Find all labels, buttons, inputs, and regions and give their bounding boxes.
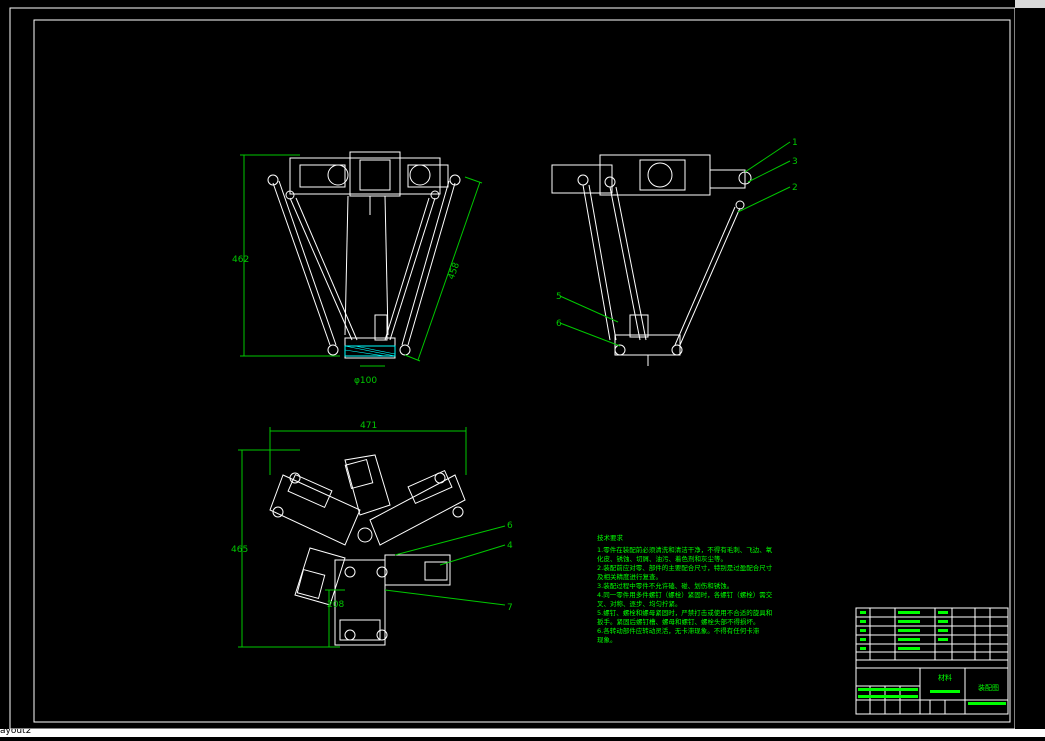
part-number-4: 4 [507, 541, 513, 551]
part-number-5: 5 [556, 292, 562, 302]
tech-req-line: 5.螺钉、螺栓和螺母紧固时，严禁打击或使用不合适的旋具和 [597, 609, 773, 617]
side-view [551, 154, 752, 366]
scrollbar-corner [1015, 0, 1045, 8]
dim-front-diameter: φ100 [354, 376, 377, 386]
part-number-2: 2 [792, 183, 798, 193]
dim-top-height: 465 [231, 545, 248, 555]
tech-req-line: 6.各转动部件应转动灵活，无卡滞现象。不得有任何卡滞 [597, 627, 760, 635]
tech-req-line: 叉、对称、逐步、均匀拧紧。 [597, 600, 682, 608]
part-number-6-side: 6 [556, 319, 562, 329]
part-number-6-top: 6 [507, 521, 513, 531]
title-material-label: 材料 [938, 673, 952, 682]
tech-req-line: 扳手。紧固后螺钉槽、螺母和螺钉、螺栓头部不得损坏。 [597, 618, 760, 626]
cad-drawing-canvas[interactable]: 462 458 φ100 1 3 2 5 6 471 465 208 6 4 7… [0, 0, 1045, 737]
part-number-1: 1 [792, 138, 798, 148]
dim-front-arm: 458 [447, 261, 462, 281]
title-block [855, 607, 1009, 715]
vertical-scrollbar[interactable] [1015, 8, 1045, 729]
tech-req-line: 现象。 [597, 636, 617, 644]
dim-top-width: 471 [360, 421, 377, 431]
side-leaders [559, 141, 791, 347]
tech-req-title: 技术要求 [597, 534, 623, 542]
top-view [269, 454, 466, 646]
front-view [267, 151, 461, 359]
tech-req-line: 2.装配前应对零、部件的主要配合尺寸，特别是过盈配合尺寸 [597, 564, 773, 572]
drawing-sheet: 462 458 φ100 1 3 2 5 6 471 465 208 6 4 7… [9, 7, 1016, 730]
tech-req-line: 及相关精度进行复查。 [597, 573, 662, 581]
dim-front-height: 462 [232, 255, 249, 265]
tech-req-line: 1.零件在装配前必须清洗和清洁干净，不得有毛刺、飞边、氧 [597, 546, 773, 554]
tech-req-line: 3.装配过程中零件不允许磕、碰、划伤和锈蚀。 [597, 582, 734, 590]
tech-req-line: 4.同一零件用多件螺钉（螺栓）紧固时，各螺钉（螺栓）需交 [597, 591, 773, 599]
layout-tab[interactable]: ayout2 [0, 729, 31, 736]
dim-top-offset: 208 [327, 600, 344, 610]
technical-requirements: 技术要求 1.零件在装配前必须清洗和清洁干净，不得有毛刺、飞边、氧 化皮、锈蚀、… [597, 534, 777, 645]
layout-tab-bar: ayout2 [0, 729, 1045, 737]
tech-req-line: 化皮、锈蚀、切屑、油污、着色剂和灰尘等。 [597, 555, 727, 563]
part-number-7: 7 [507, 603, 513, 613]
title-drawing-name: 装配图 [978, 683, 999, 692]
part-number-3: 3 [792, 157, 798, 167]
